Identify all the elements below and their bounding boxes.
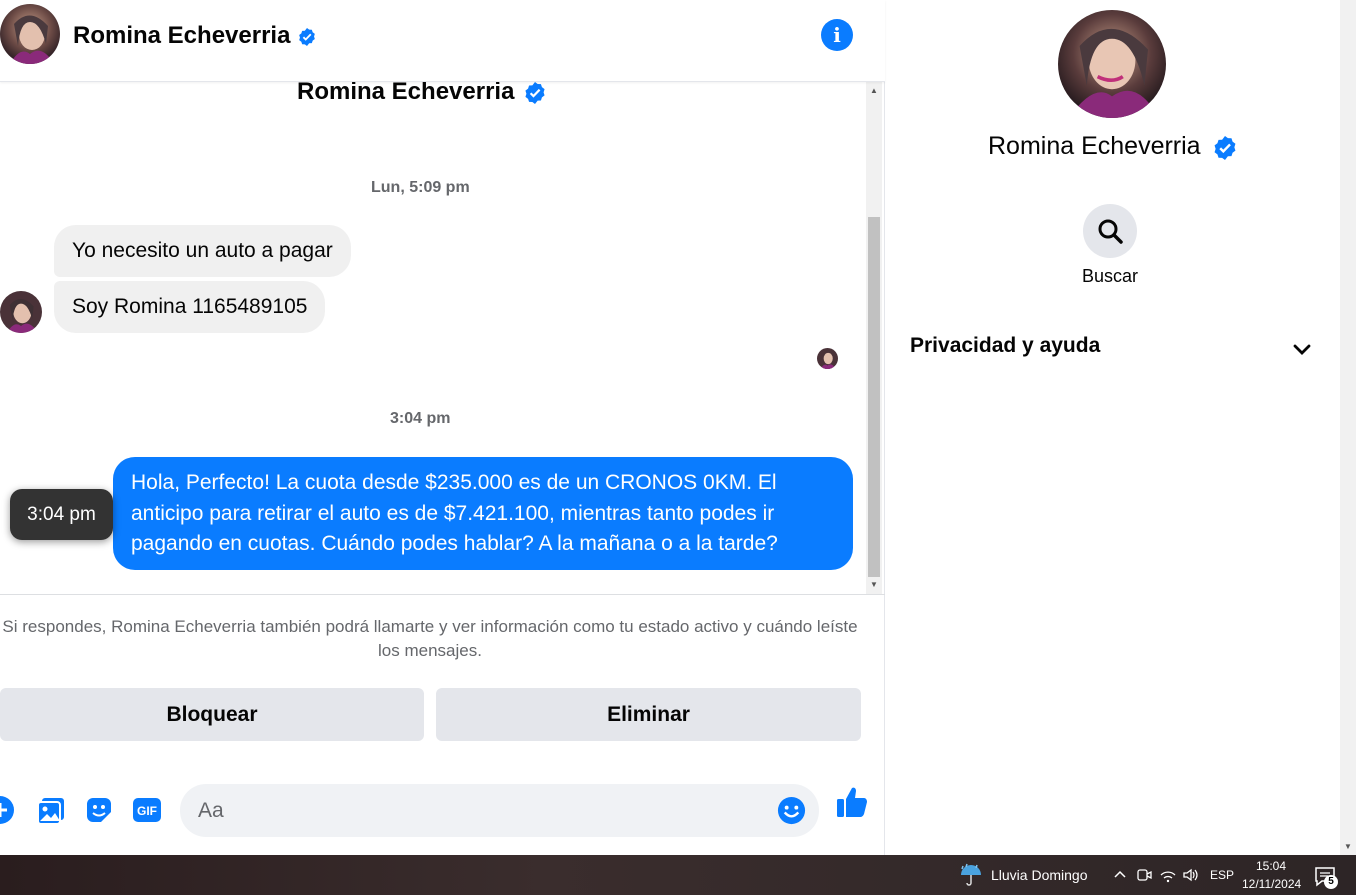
contact-name[interactable]: Romina Echeverria — [73, 22, 290, 50]
messenger-window: Romina Echeverria i Romina Echeverria Lu… — [0, 0, 1356, 895]
sender-avatar[interactable] — [0, 291, 42, 333]
chevron-down-icon[interactable] — [1290, 338, 1314, 362]
chevron-up-icon[interactable] — [1111, 866, 1129, 884]
weather-label[interactable]: Lluvia Domingo — [991, 867, 1088, 883]
windows-taskbar: Lluvia Domingo ESP 15:04 12/11/2024 5 — [0, 855, 1356, 895]
outgoing-message[interactable]: Hola, Perfecto! La cuota desde $235.000 … — [113, 457, 853, 570]
read-receipt-avatar — [817, 348, 838, 369]
verified-badge-icon — [525, 82, 545, 104]
search-label[interactable]: Buscar — [1082, 266, 1138, 287]
emoji-icon[interactable] — [776, 795, 807, 826]
info-icon[interactable]: i — [821, 19, 853, 51]
chat-pane: Romina Echeverria i Romina Echeverria Lu… — [0, 0, 885, 855]
privacy-help-section[interactable]: Privacidad y ayuda — [910, 334, 1100, 358]
notification-count-badge: 5 — [1324, 875, 1338, 889]
incoming-message[interactable]: Soy Romina 1165489105 — [54, 281, 326, 333]
profile-name: Romina Echeverria — [988, 132, 1201, 160]
meet-now-icon[interactable] — [1135, 866, 1153, 884]
scroll-up-arrow-icon[interactable]: ▲ — [866, 84, 882, 98]
message-scrollbar[interactable]: ▲ ▼ — [866, 82, 882, 594]
plus-icon[interactable] — [0, 794, 16, 826]
gif-icon[interactable]: GIF — [131, 794, 163, 826]
time-tooltip: 3:04 pm — [10, 489, 113, 540]
message-composer[interactable] — [180, 784, 819, 837]
chat-header: Romina Echeverria i — [0, 0, 885, 82]
message-input[interactable] — [198, 784, 758, 837]
contact-avatar[interactable] — [0, 4, 60, 64]
volume-icon[interactable] — [1181, 866, 1199, 884]
sticker-icon[interactable] — [83, 794, 115, 826]
verified-badge-icon — [1214, 136, 1236, 160]
wifi-icon[interactable] — [1159, 866, 1177, 884]
scroll-thumb[interactable] — [868, 217, 880, 577]
clock-date[interactable]: 12/11/2024 — [1242, 877, 1301, 891]
timestamp: Lun, 5:09 pm — [371, 179, 470, 196]
sidebar-scrollbar[interactable]: ▼ — [1340, 0, 1356, 855]
delete-button[interactable]: Eliminar — [436, 688, 861, 741]
message-list[interactable]: Romina Echeverria Lun, 5:09 pm Yo necesi… — [0, 82, 865, 594]
block-button[interactable]: Bloquear — [0, 688, 424, 741]
scroll-down-arrow-icon[interactable]: ▼ — [866, 578, 882, 592]
search-icon — [1098, 219, 1123, 244]
photo-icon[interactable] — [36, 794, 68, 826]
privacy-notice: Si respondes, Romina Echeverria también … — [2, 617, 858, 660]
clock-time[interactable]: 15:04 — [1256, 859, 1286, 873]
profile-avatar[interactable] — [1058, 10, 1166, 118]
search-button[interactable] — [1083, 204, 1137, 258]
thumbs-up-icon[interactable] — [835, 785, 869, 819]
rain-umbrella-icon[interactable] — [958, 862, 984, 888]
svg-text:GIF: GIF — [137, 804, 157, 818]
conversation-details-pane: Romina Echeverria Buscar Privacidad y ay… — [886, 0, 1340, 855]
conversation-title: Romina Echeverria — [297, 82, 515, 105]
incoming-message[interactable]: Yo necesito un auto a pagar — [54, 225, 351, 277]
timestamp: 3:04 pm — [390, 410, 451, 427]
scroll-down-arrow-icon[interactable]: ▼ — [1340, 842, 1356, 851]
verified-badge-icon — [299, 28, 315, 46]
language-indicator[interactable]: ESP — [1210, 868, 1234, 882]
chat-footer: Si respondes, Romina Echeverria también … — [0, 594, 885, 855]
